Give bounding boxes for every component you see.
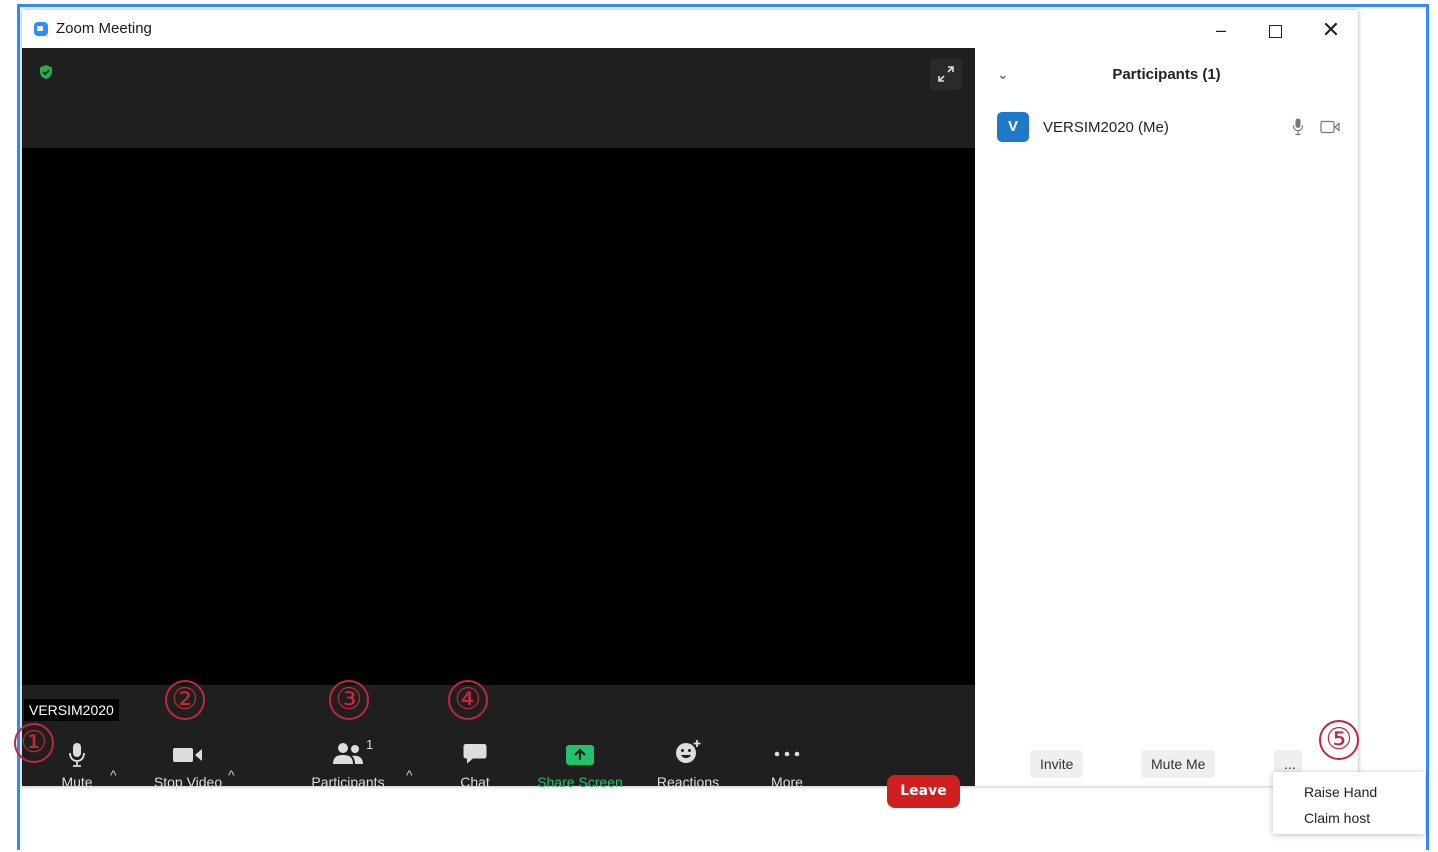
reactions-label: Reactions	[656, 774, 720, 790]
chat-bubble-icon	[463, 744, 487, 764]
reactions-emoji-icon	[676, 740, 701, 763]
participants-panel-title: Participants (1)	[1112, 66, 1221, 83]
maximize-icon	[1268, 24, 1282, 38]
participants-label: Participants	[311, 774, 385, 790]
video-camera-icon	[173, 748, 202, 762]
claim-host-menu-item[interactable]: Claim host	[1304, 810, 1370, 826]
participant-name: VERSIM2020 (Me)	[1043, 119, 1169, 136]
audio-options-caret[interactable]: ^	[110, 767, 117, 783]
shield-icon[interactable]	[38, 64, 54, 80]
annotation-marker-4: ④	[448, 680, 488, 720]
participants-count: 1	[366, 737, 374, 752]
stop-video-label: Stop Video	[153, 774, 223, 790]
zoom-logo-icon	[34, 22, 48, 36]
more-label: More	[771, 774, 803, 790]
mute-me-button[interactable]: Mute Me	[1141, 750, 1216, 778]
share-screen-label: Share Screen	[537, 774, 623, 790]
annotation-marker-5: ⑤	[1319, 720, 1359, 760]
participants-icon	[333, 743, 363, 764]
share-screen-icon	[566, 745, 594, 765]
close-button[interactable]: ✕	[1308, 16, 1354, 44]
meeting-toolbar: Mute ^ Stop Video ^ 1 Participants ^ Cha…	[22, 734, 975, 824]
participants-panel: Participants (1) ⌄ V VERSIM2020 (Me) Inv…	[975, 48, 1358, 786]
microphone-icon[interactable]	[1292, 118, 1304, 136]
fullscreen-button[interactable]	[930, 58, 962, 90]
leave-button[interactable]: Leave	[887, 775, 960, 808]
more-options-dropdown: Raise Hand Claim host	[1273, 772, 1425, 834]
participant-name-tag: VERSIM2020	[24, 699, 119, 721]
annotation-marker-1: ①	[14, 723, 54, 763]
window-title: Zoom Meeting	[56, 20, 152, 37]
minimize-button[interactable]: –	[1198, 16, 1244, 44]
title-bar: Zoom Meeting – ✕	[22, 10, 1358, 48]
collapse-panel-button[interactable]: ⌄	[997, 66, 1009, 83]
participants-options-caret[interactable]: ^	[406, 767, 413, 783]
video-feed	[22, 148, 975, 685]
video-options-caret[interactable]: ^	[228, 767, 235, 783]
annotation-marker-3: ③	[329, 680, 369, 720]
video-area: VERSIM2020 Mute ^ Stop Video ^ 1 Partici…	[22, 48, 975, 808]
annotation-marker-2: ②	[165, 680, 205, 720]
microphone-icon	[69, 743, 85, 767]
mute-label: Mute	[61, 774, 93, 790]
zoom-window: Zoom Meeting – ✕ VERSIM2020 Mute ^ Stop …	[22, 10, 1358, 808]
maximize-button[interactable]	[1252, 16, 1298, 44]
expand-icon	[938, 66, 954, 82]
raise-hand-menu-item[interactable]: Raise Hand	[1304, 784, 1377, 800]
avatar: V	[997, 112, 1029, 142]
more-dots-icon	[774, 751, 800, 757]
video-camera-icon[interactable]	[1320, 120, 1340, 134]
invite-button[interactable]: Invite	[1030, 750, 1084, 778]
chat-label: Chat	[460, 774, 490, 790]
